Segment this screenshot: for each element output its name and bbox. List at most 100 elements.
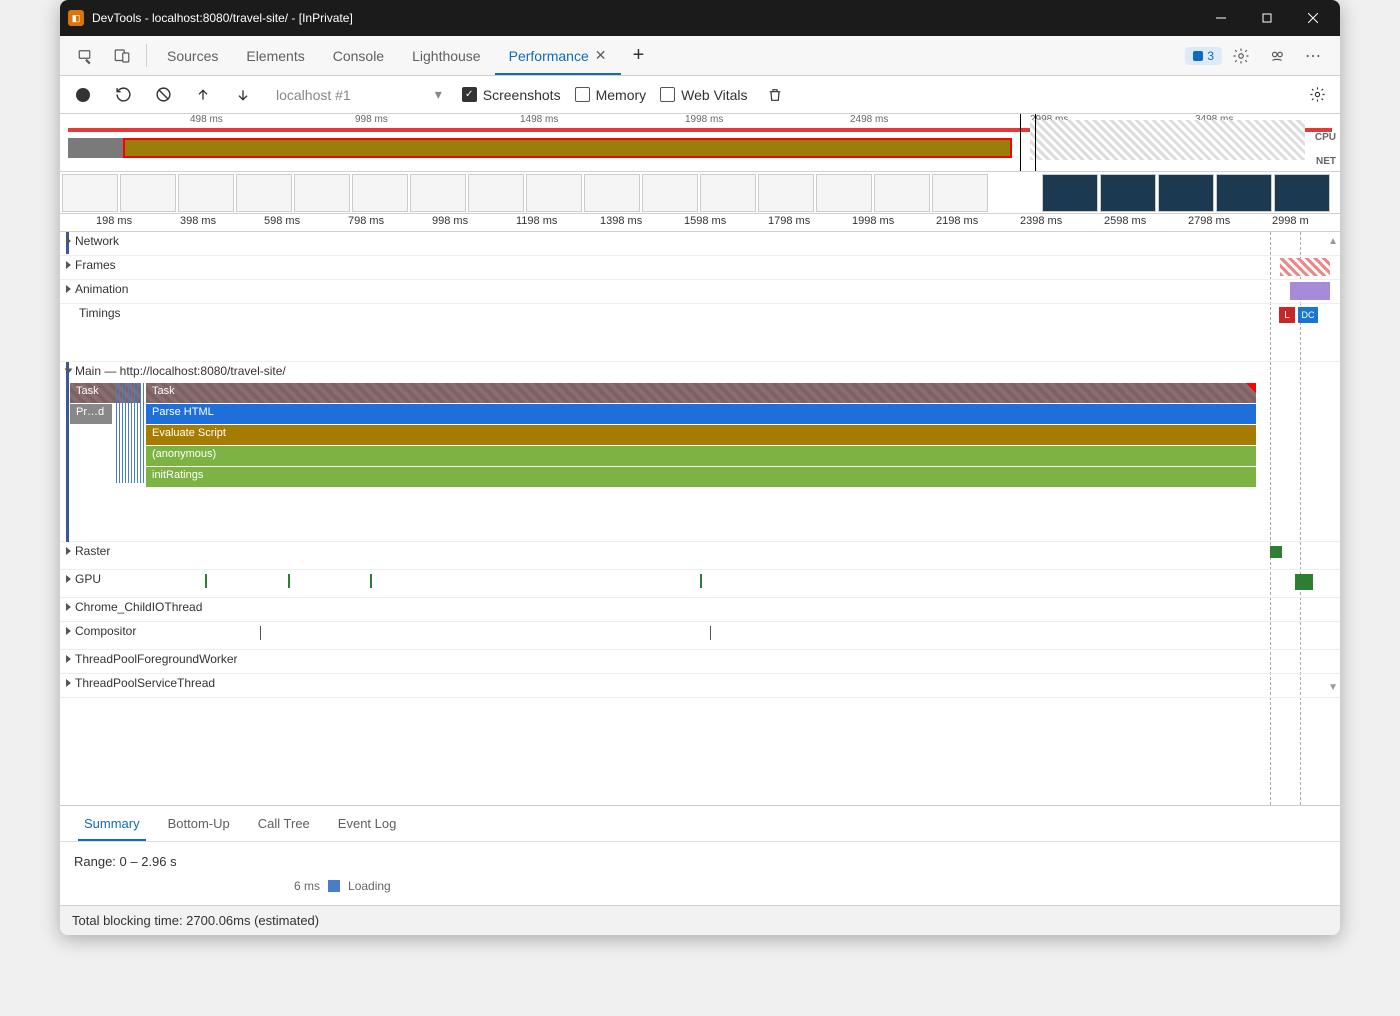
tab-call-tree[interactable]: Call Tree	[244, 806, 324, 841]
expand-icon[interactable]	[66, 261, 71, 269]
filmstrip-thumb[interactable]	[758, 174, 814, 212]
clear-button[interactable]	[150, 82, 176, 108]
frames-bar	[1280, 258, 1330, 276]
expand-icon[interactable]	[66, 285, 71, 293]
tab-performance[interactable]: Performance ✕	[495, 36, 621, 75]
flame-initratings[interactable]: initRatings	[146, 467, 1256, 487]
close-icon[interactable]: ✕	[595, 47, 607, 64]
minimize-button[interactable]	[1198, 0, 1244, 36]
screenshots-label: Screenshots	[483, 87, 561, 103]
filmstrip-thumb[interactable]	[236, 174, 292, 212]
more-icon[interactable]: ⋯	[1296, 40, 1330, 72]
webvitals-checkbox[interactable]: Web Vitals	[660, 87, 747, 103]
filmstrip-thumb[interactable]	[584, 174, 640, 212]
webvitals-label: Web Vitals	[681, 87, 747, 103]
filmstrip-thumb[interactable]	[1042, 174, 1098, 212]
filmstrip-thumb[interactable]	[1158, 174, 1214, 212]
reload-button[interactable]	[110, 82, 136, 108]
track-gpu[interactable]: GPU	[60, 570, 1340, 598]
filmstrip-thumb[interactable]	[468, 174, 524, 212]
flame-chart[interactable]: Network ▲ Frames Animation Timings L DC …	[60, 232, 1340, 805]
track-threadpool-svc[interactable]: ThreadPoolServiceThread ▼	[60, 674, 1340, 698]
window-titlebar: ◧ DevTools - localhost:8080/travel-site/…	[60, 0, 1340, 36]
expand-icon[interactable]	[66, 627, 71, 635]
timeline-ruler[interactable]: 198 ms 398 ms 598 ms 798 ms 998 ms 1198 …	[60, 214, 1340, 232]
overview-pane[interactable]: 498 ms 998 ms 1498 ms 1998 ms 2498 ms 29…	[60, 114, 1340, 172]
timing-badge-l[interactable]: L	[1279, 307, 1295, 323]
track-timings[interactable]: Timings L DC	[60, 304, 1340, 362]
device-toggle-icon[interactable]	[104, 36, 140, 75]
overview-cpu-segment	[68, 138, 123, 158]
flame-segment[interactable]: Pr…d	[70, 404, 112, 424]
track-raster[interactable]: Raster	[60, 542, 1340, 570]
track-animation[interactable]: Animation	[60, 280, 1340, 304]
download-button[interactable]	[230, 82, 256, 108]
overview-filmstrip-zone	[1030, 120, 1305, 160]
scroll-up-icon[interactable]: ▲	[1328, 236, 1338, 247]
close-button[interactable]	[1290, 0, 1336, 36]
tab-sources[interactable]: Sources	[153, 36, 232, 75]
filmstrip-thumb[interactable]	[62, 174, 118, 212]
feedback-icon[interactable]	[1260, 40, 1294, 72]
filmstrip-thumb[interactable]	[932, 174, 988, 212]
collapse-icon[interactable]	[65, 369, 73, 374]
upload-button[interactable]	[190, 82, 216, 108]
filmstrip-thumb[interactable]	[642, 174, 698, 212]
trash-button[interactable]	[762, 82, 788, 108]
track-main[interactable]: Main — http://localhost:8080/travel-site…	[60, 362, 1340, 542]
filmstrip-thumb[interactable]	[410, 174, 466, 212]
overview-selection[interactable]	[123, 138, 1012, 158]
devtools-tab-bar: Sources Elements Console Lighthouse Perf…	[60, 36, 1340, 76]
screenshots-checkbox[interactable]: ✓Screenshots	[462, 87, 561, 103]
flame-parse-html[interactable]: Parse HTML	[146, 404, 1256, 424]
filmstrip-thumb[interactable]	[178, 174, 234, 212]
tab-elements[interactable]: Elements	[232, 36, 318, 75]
filmstrip-thumb[interactable]	[1100, 174, 1156, 212]
tab-bottom-up[interactable]: Bottom-Up	[154, 806, 244, 841]
tab-summary[interactable]: Summary	[70, 806, 154, 841]
expand-icon[interactable]	[66, 575, 71, 583]
expand-icon[interactable]	[66, 655, 71, 663]
filmstrip-thumb[interactable]	[526, 174, 582, 212]
filmstrip-thumb[interactable]	[874, 174, 930, 212]
flame-anonymous[interactable]: (anonymous)	[146, 446, 1256, 466]
filmstrip-thumb[interactable]	[1216, 174, 1272, 212]
track-chrome-io[interactable]: Chrome_ChildIOThread	[60, 598, 1340, 622]
target-select[interactable]: localhost #1▾	[270, 86, 448, 103]
track-frames[interactable]: Frames	[60, 256, 1340, 280]
flame-evaluate-script[interactable]: Evaluate Script	[146, 425, 1256, 445]
summary-legend: 6 ms Loading	[74, 879, 1326, 893]
maximize-button[interactable]	[1244, 0, 1290, 36]
filmstrip-thumb[interactable]	[700, 174, 756, 212]
scroll-down-icon[interactable]: ▼	[1328, 682, 1338, 693]
gpu-mark	[205, 574, 207, 588]
filmstrip-thumb[interactable]	[294, 174, 350, 212]
expand-icon[interactable]	[66, 237, 71, 245]
add-tab-button[interactable]: +	[621, 36, 657, 75]
tab-console[interactable]: Console	[319, 36, 398, 75]
filmstrip[interactable]	[60, 172, 1340, 214]
tab-event-log[interactable]: Event Log	[324, 806, 411, 841]
flame-task[interactable]: Task	[146, 383, 1256, 403]
inspect-icon[interactable]	[68, 36, 104, 75]
capture-settings-icon[interactable]	[1304, 82, 1330, 108]
track-threadpool-fg[interactable]: ThreadPoolForegroundWorker	[60, 650, 1340, 674]
expand-icon[interactable]	[66, 679, 71, 687]
track-label: Raster	[75, 544, 110, 558]
tab-lighthouse[interactable]: Lighthouse	[398, 36, 495, 75]
expand-icon[interactable]	[66, 603, 71, 611]
memory-checkbox[interactable]: Memory	[575, 87, 647, 103]
issues-badge[interactable]: 3	[1185, 47, 1222, 65]
track-label: ThreadPoolServiceThread	[75, 676, 215, 690]
filmstrip-thumb[interactable]	[120, 174, 176, 212]
record-button[interactable]	[70, 82, 96, 108]
timing-badge-dc[interactable]: DC	[1298, 307, 1318, 323]
filmstrip-thumb[interactable]	[1274, 174, 1330, 212]
filmstrip-thumb[interactable]	[816, 174, 872, 212]
track-network[interactable]: Network ▲	[60, 232, 1340, 256]
track-compositor[interactable]: Compositor	[60, 622, 1340, 650]
expand-icon[interactable]	[66, 547, 71, 555]
filmstrip-thumb[interactable]	[352, 174, 408, 212]
devtools-icon: ◧	[68, 10, 84, 26]
settings-icon[interactable]	[1224, 40, 1258, 72]
